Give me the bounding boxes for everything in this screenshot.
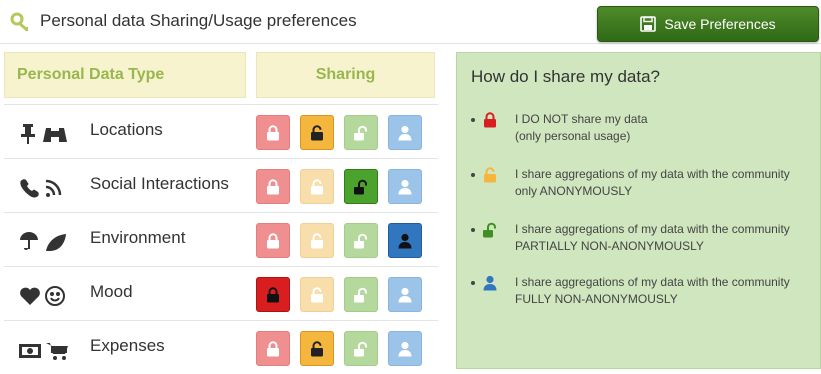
leaf-icon: [46, 234, 66, 251]
share-anonymous-button[interactable]: [300, 115, 334, 150]
legend-title: How do I share my data?: [471, 67, 660, 86]
data-type-row-mood: Mood: [4, 266, 438, 320]
user-icon: [398, 125, 412, 141]
floppy-disk-icon: [640, 16, 657, 32]
umbrella-icon: [20, 232, 38, 250]
lock-open-wide-icon: [354, 341, 368, 357]
banknote-icon: [19, 344, 41, 358]
user-icon: [398, 341, 412, 357]
cart-icon: [46, 343, 68, 360]
share-partial-button[interactable]: [344, 115, 378, 150]
share-none-button[interactable]: [256, 223, 290, 258]
share-none-button[interactable]: [256, 115, 290, 150]
lock-open-icon: [483, 167, 497, 183]
lock-open-wide-icon: [354, 125, 368, 141]
legend-text-line2: (only personal usage): [515, 129, 631, 143]
legend-text-line1: I share aggregations of my data with the…: [515, 222, 790, 236]
phone-icon: [20, 179, 39, 198]
legend-text-line2: FULLY NON-ANONYMOUSLY: [515, 292, 678, 306]
legend-text-line1: I share aggregations of my data with the…: [515, 275, 790, 289]
lock-open-wide-icon: [354, 287, 368, 303]
lock-open-icon: [310, 287, 324, 303]
lock-closed-icon: [266, 179, 280, 195]
save-button-label: Save Preferences: [664, 16, 776, 32]
user-icon: [398, 179, 412, 195]
legend-text-line2: PARTIALLY NON-ANONYMOUSLY: [515, 239, 704, 253]
share-none-button[interactable]: [256, 331, 290, 366]
lock-open-icon: [310, 125, 324, 141]
binoculars-icon: [43, 128, 67, 142]
share-anonymous-button[interactable]: [300, 223, 334, 258]
lock-open-wide-icon: [483, 222, 497, 238]
pushpin-icon: [21, 124, 35, 144]
share-partial-button[interactable]: [344, 331, 378, 366]
row-label-mood: Mood: [90, 282, 133, 301]
user-icon: [398, 233, 412, 249]
page-header: Personal data Sharing/Usage preferences …: [0, 0, 821, 44]
page-title: Personal data Sharing/Usage preferences: [40, 11, 357, 30]
share-none-button[interactable]: [256, 277, 290, 312]
share-none-button[interactable]: [256, 169, 290, 204]
lock-closed-icon: [483, 112, 497, 128]
lock-closed-icon: [266, 125, 280, 141]
share-partial-button[interactable]: [344, 223, 378, 258]
legend-item-anonymous: I share aggregations of my data with the…: [471, 166, 816, 202]
smiley-icon: [45, 286, 65, 306]
share-anonymous-button[interactable]: [300, 169, 334, 204]
user-icon: [398, 287, 412, 303]
row-label-environment: Environment: [90, 228, 186, 247]
legend-text-line2: only ANONYMOUSLY: [515, 184, 633, 198]
rss-icon: [45, 179, 62, 197]
legend-item-no-share: I DO NOT share my data (only personal us…: [471, 111, 816, 147]
save-preferences-button[interactable]: Save Preferences: [597, 6, 819, 42]
share-full-button[interactable]: [388, 277, 422, 312]
column-header-type: Personal Data Type: [4, 52, 246, 98]
legend-item-full: I share aggregations of my data with the…: [471, 274, 816, 310]
share-anonymous-button[interactable]: [300, 331, 334, 366]
row-label-locations: Locations: [90, 120, 163, 139]
user-icon: [483, 275, 497, 291]
lock-closed-icon: [266, 233, 280, 249]
lock-closed-icon: [266, 341, 280, 357]
share-full-button[interactable]: [388, 223, 422, 258]
share-partial-button[interactable]: [344, 169, 378, 204]
row-label-social-interactions: Social Interactions: [90, 174, 229, 193]
data-type-row-social-interactions: Social Interactions: [4, 158, 438, 212]
data-type-row-locations: Locations: [4, 104, 438, 158]
lock-open-icon: [310, 179, 324, 195]
key-icon: [10, 12, 29, 32]
data-type-row-environment: Environment: [4, 212, 438, 266]
data-type-row-expenses: Expenses: [4, 320, 438, 374]
legend-text-line1: I share aggregations of my data with the…: [515, 167, 790, 181]
share-full-button[interactable]: [388, 169, 422, 204]
sharing-legend-panel: How do I share my data? I DO NOT share m…: [456, 52, 821, 369]
share-full-button[interactable]: [388, 331, 422, 366]
lock-closed-icon: [266, 287, 280, 303]
lock-open-wide-icon: [354, 179, 368, 195]
legend-item-partial: I share aggregations of my data with the…: [471, 221, 816, 257]
lock-open-wide-icon: [354, 233, 368, 249]
share-full-button[interactable]: [388, 115, 422, 150]
lock-open-icon: [310, 233, 324, 249]
heart-icon: [20, 287, 40, 305]
share-partial-button[interactable]: [344, 277, 378, 312]
column-header-sharing: Sharing: [256, 52, 435, 98]
legend-text-line1: I DO NOT share my data: [515, 112, 648, 126]
share-anonymous-button[interactable]: [300, 277, 334, 312]
lock-open-icon: [310, 341, 324, 357]
row-label-expenses: Expenses: [90, 336, 165, 355]
